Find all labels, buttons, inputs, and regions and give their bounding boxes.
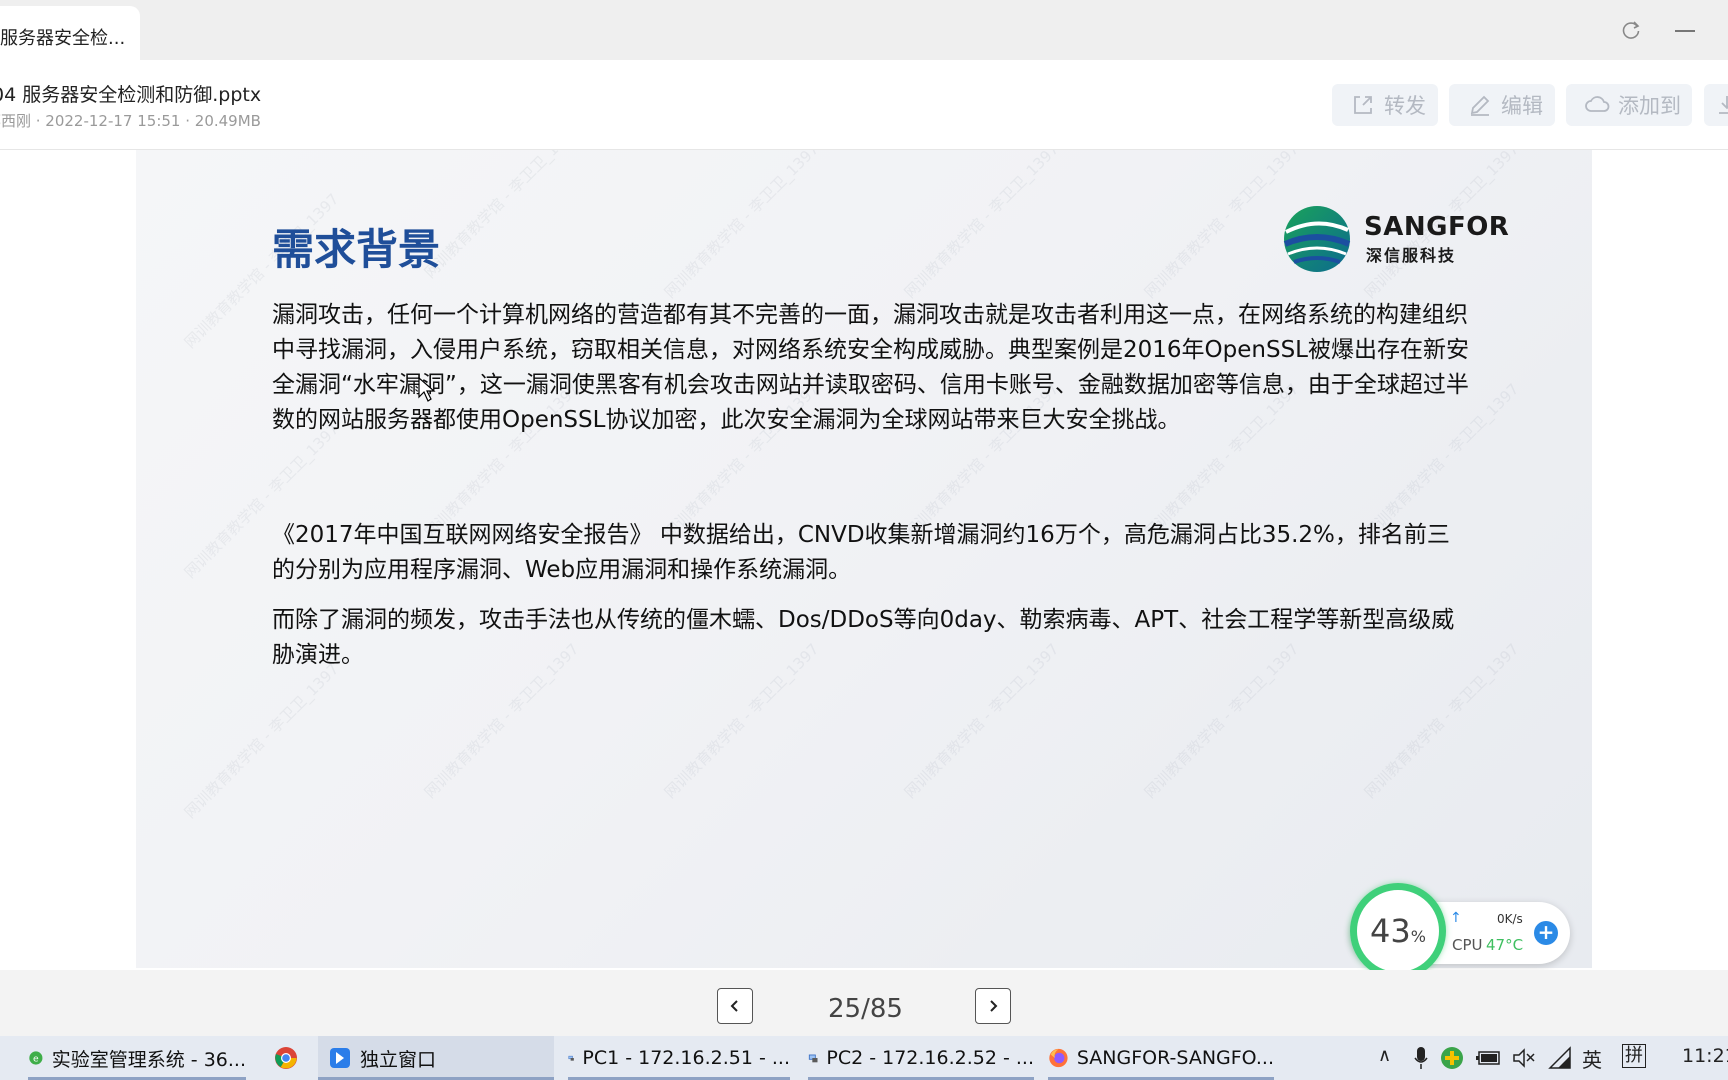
file-header: 04 服务器安全检测和防御.pptx 郭西刚 · 2022-12-17 15:5… <box>0 60 1728 150</box>
share-icon <box>1354 96 1372 114</box>
tab-document[interactable]: 服务器安全检... <box>0 6 140 60</box>
cpu-percent-symbol: % <box>1410 926 1426 946</box>
page-counter: 25/85 <box>828 994 903 1024</box>
taskbar-item-pc2[interactable]: PC2 - 172.16.2.52 - ... <box>808 1036 1034 1080</box>
pager-bar: 25/85 <box>0 970 1728 1036</box>
pencil-icon <box>1470 95 1490 116</box>
edit-button[interactable]: 编辑 <box>1449 84 1555 126</box>
net-speed: 0K/s <box>1497 912 1523 926</box>
slide-paragraph: 漏洞攻击，任何一个计算机网络的营造都有其不完善的一面，漏洞攻击就是攻击者利用这一… <box>272 302 1469 433</box>
download-button[interactable] <box>1704 84 1728 126</box>
watermark: 网训教育教学馆 - 李卫卫_1397 <box>420 150 583 282</box>
slide-viewer: 网训教育教学馆 - 李卫卫_1397 网训教育教学馆 - 李卫卫_1397 网训… <box>0 150 1728 979</box>
mouse-cursor-icon <box>418 377 436 402</box>
taskbar-label: SANGFOR-SANGFO... <box>1076 1047 1274 1069</box>
remote-desktop-icon <box>808 1054 818 1063</box>
plus-icon[interactable]: + <box>1534 921 1558 945</box>
refresh-icon[interactable] <box>1620 19 1642 41</box>
security-shield-icon[interactable] <box>1440 1046 1464 1070</box>
battery-icon[interactable] <box>1476 1049 1502 1067</box>
system-tray: ∧ 英 拼 11:21 <box>1378 1036 1728 1080</box>
taskbar-item-lab-system[interactable]: e 实验室管理系统 - 36... <box>28 1036 246 1080</box>
forward-button[interactable]: 转发 <box>1332 84 1438 126</box>
add-to-label: 添加到 <box>1618 94 1681 118</box>
ie-icon: e <box>29 1051 43 1065</box>
ime-language[interactable]: 英 <box>1582 1044 1602 1073</box>
slide: 网训教育教学馆 - 李卫卫_1397 网训教育教学馆 - 李卫卫_1397 网训… <box>136 150 1592 968</box>
svg-text:e: e <box>33 1053 39 1064</box>
watermark: 网训教育教学馆 - 李卫卫_1397 <box>660 150 823 302</box>
remote-desktop-icon <box>568 1055 574 1061</box>
logo-text-cn: 深信服科技 <box>1366 246 1457 265</box>
cpu-label: CPU <box>1452 936 1483 954</box>
ime-mode[interactable]: 拼 <box>1622 1044 1646 1068</box>
chevron-right-icon <box>990 1000 998 1012</box>
tab-strip: 服务器安全检... <box>0 0 1728 60</box>
taskbar-label: 独立窗口 <box>360 1048 437 1071</box>
taskbar-label: 实验室管理系统 - 36... <box>51 1048 246 1071</box>
logo-text-en: SANGFOR <box>1364 212 1510 242</box>
file-title: 04 服务器安全检测和防御.pptx <box>0 84 262 106</box>
prev-page-button[interactable] <box>717 988 753 1024</box>
slide-paragraph: 《2017年中国互联网网络安全报告》 中数据给出，CNVD收集新增漏洞约16万个… <box>272 522 1450 583</box>
file-meta: 郭西刚 · 2022-12-17 15:51 · 20.49MB <box>0 112 261 130</box>
clock[interactable]: 11:21 <box>1682 1045 1728 1067</box>
tab-title: 服务器安全检... <box>0 28 126 49</box>
cloud-icon <box>1585 96 1610 112</box>
firefox-icon <box>1049 1048 1068 1068</box>
slide-paragraph: 而除了漏洞的频发，攻击手法也从传统的僵木蠕、Dos/DDoS等向0day、勒索病… <box>272 607 1455 668</box>
chevron-left-icon <box>730 1000 738 1012</box>
upload-arrow-icon: ↑ <box>1450 910 1462 926</box>
watermark: 网训教育教学馆 - 李卫卫_1397 <box>1140 150 1303 302</box>
cpu-temperature: 47°C <box>1486 936 1524 954</box>
taskbar-label: PC2 - 172.16.2.52 - ... <box>826 1047 1034 1069</box>
download-icon <box>1719 96 1728 114</box>
wifi-icon[interactable] <box>1548 1046 1572 1070</box>
volume-muted-icon[interactable] <box>1512 1047 1536 1069</box>
cpu-usage-gauge[interactable]: 43% <box>1350 883 1446 979</box>
sangfor-logo: SANGFOR 深信服科技 <box>1282 204 1512 274</box>
taskbar: e 实验室管理系统 - 36... 独立窗口 PC1 - 172.16.2.51… <box>0 1036 1728 1080</box>
watermark: 网训教育教学馆 - 李卫卫_1397 <box>900 150 1063 302</box>
next-page-button[interactable] <box>975 988 1011 1024</box>
taskbar-item-pc1[interactable]: PC1 - 172.16.2.51 - ... <box>568 1036 790 1080</box>
taskbar-item-firefox[interactable]: SANGFOR-SANGFO... <box>1048 1036 1274 1080</box>
slide-title: 需求背景 <box>272 225 441 274</box>
minimize-icon[interactable] <box>1675 30 1695 32</box>
microphone-icon[interactable] <box>1414 1046 1428 1070</box>
app-icon <box>330 1048 350 1068</box>
chrome-icon <box>275 1047 297 1069</box>
watermark: 网训教育教学馆 - 李卫卫_1397 <box>180 660 343 822</box>
add-to-button[interactable]: 添加到 <box>1566 84 1692 126</box>
forward-label: 转发 <box>1384 94 1426 118</box>
edit-label: 编辑 <box>1501 94 1543 118</box>
sangfor-globe-icon <box>1283 206 1351 272</box>
taskbar-item-chrome[interactable] <box>256 1036 316 1080</box>
chevron-up-icon[interactable]: ∧ <box>1378 1045 1391 1066</box>
taskbar-label: PC1 - 172.16.2.51 - ... <box>582 1047 790 1069</box>
cpu-percent: 43 <box>1370 912 1411 950</box>
taskbar-item-standalone-window[interactable]: 独立窗口 <box>318 1036 554 1080</box>
